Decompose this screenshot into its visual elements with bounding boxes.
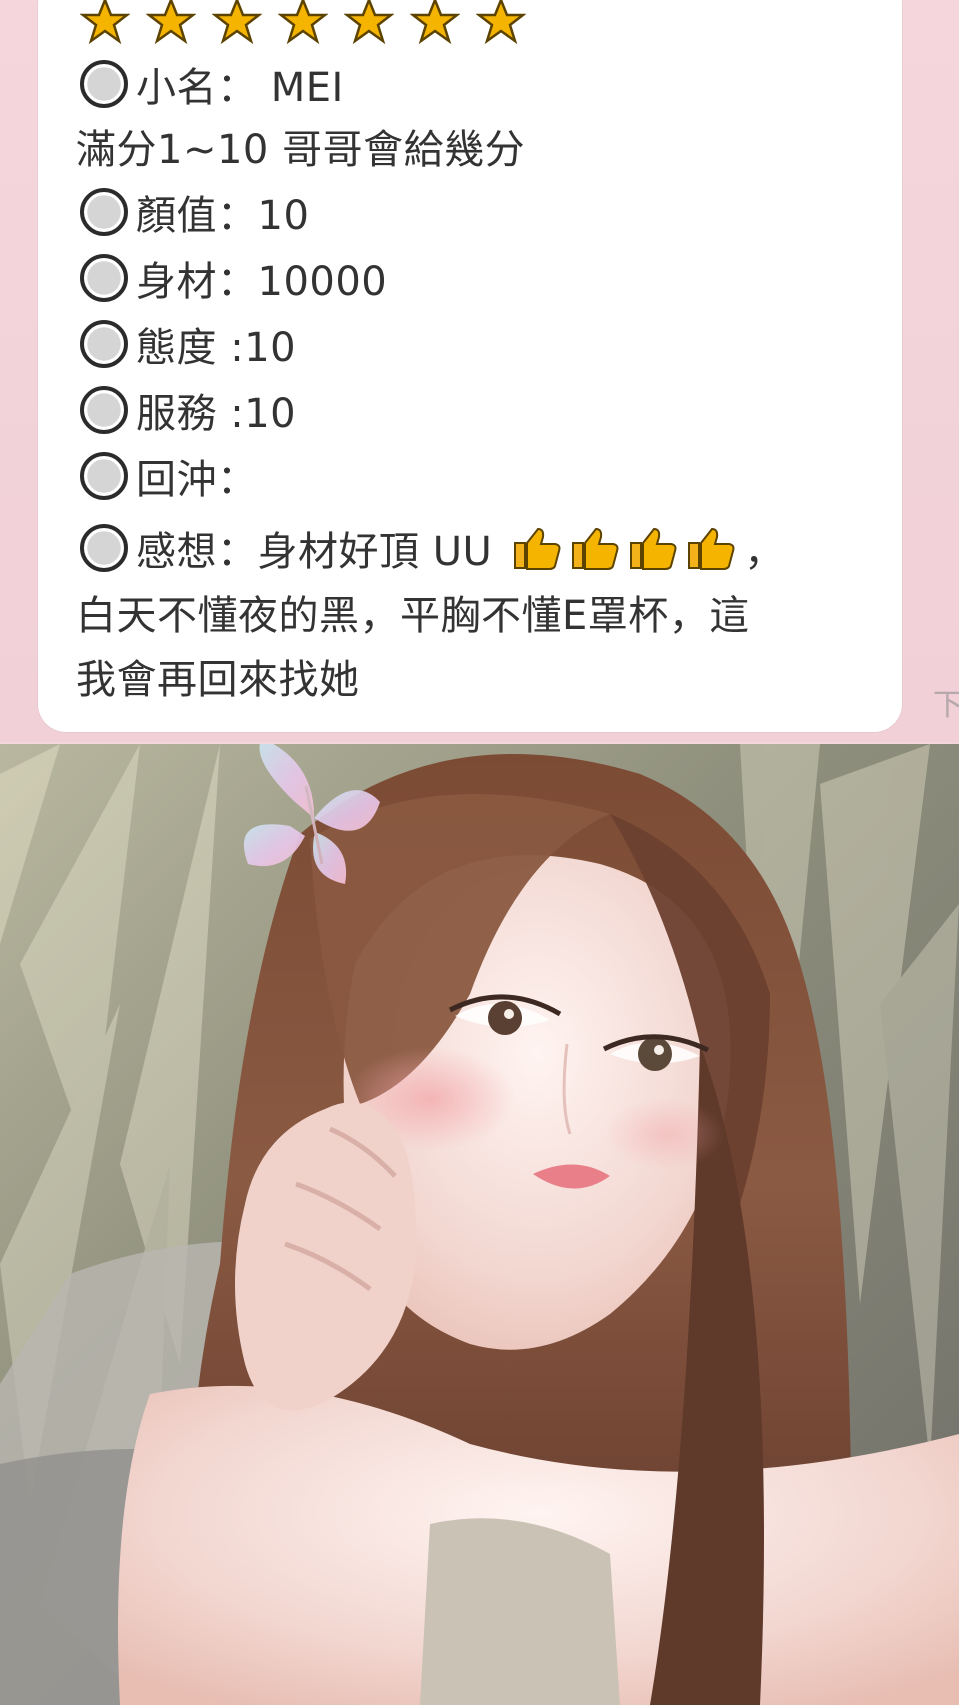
- score-text-1: 顏值：10: [136, 193, 310, 239]
- thumbs-up-group: [512, 524, 736, 572]
- rating-prompt-line: 滿分1~10 哥哥會給幾分: [76, 118, 525, 174]
- thumbs-up-icon: [688, 527, 735, 570]
- name-line: 小名： MEI: [80, 56, 344, 112]
- radio-icon: [80, 188, 128, 236]
- star-icon: [344, 0, 394, 44]
- rating-stars: [80, 0, 526, 44]
- name-text: 小名： MEI: [136, 65, 344, 111]
- score-text-2: 身材：10000: [136, 259, 388, 305]
- radio-icon: [80, 524, 128, 572]
- star-icon: [476, 0, 526, 44]
- rating-prompt-text: 滿分1~10 哥哥會給幾分: [76, 127, 526, 173]
- thumbs-up-icon: [514, 527, 561, 570]
- thumbs-up-icon: [572, 527, 619, 570]
- radio-icon: [80, 452, 128, 500]
- score-text-4: 服務 :10: [136, 391, 297, 437]
- impression-line-2: 白天不懂夜的黑，平胸不懂E罩杯，這: [76, 584, 750, 640]
- score-text-5: 回沖：: [136, 457, 258, 503]
- radio-icon: [80, 60, 128, 108]
- score-line-3: 態度 :10: [80, 316, 296, 372]
- score-line-5: 回沖：: [80, 448, 258, 504]
- radio-icon: [80, 320, 128, 368]
- score-line-1: 顏值：10: [80, 184, 309, 240]
- portrait-illustration: [0, 744, 959, 1705]
- score-line-4: 服務 :10: [80, 382, 296, 438]
- impression-text-3: 我會再回來找她: [76, 657, 360, 703]
- portrait-photo: [0, 744, 959, 1705]
- impression-text-2: 白天不懂夜的黑，平胸不懂E罩杯，這: [76, 593, 750, 639]
- radio-icon: [80, 254, 128, 302]
- score-line-2: 身材：10000: [80, 250, 387, 306]
- impression-label: 感想：身材好頂 UU: [136, 529, 493, 575]
- impression-line-3: 我會再回來找她: [76, 648, 360, 704]
- star-icon: [80, 0, 130, 44]
- star-icon: [212, 0, 262, 44]
- impression-line-1: 感想：身材好頂 UU ，: [80, 520, 785, 576]
- star-icon: [410, 0, 460, 44]
- thumbs-up-icon: [630, 527, 677, 570]
- chat-screenshot: 小名： MEI 滿分1~10 哥哥會給幾分 顏值：10 身材：10000 態度 …: [0, 0, 959, 742]
- impression-comma: ，: [744, 529, 785, 575]
- radio-icon: [80, 386, 128, 434]
- cropped-side-character: 下: [933, 688, 959, 723]
- score-text-3: 態度 :10: [136, 325, 297, 371]
- star-icon: [278, 0, 328, 44]
- star-icon: [146, 0, 196, 44]
